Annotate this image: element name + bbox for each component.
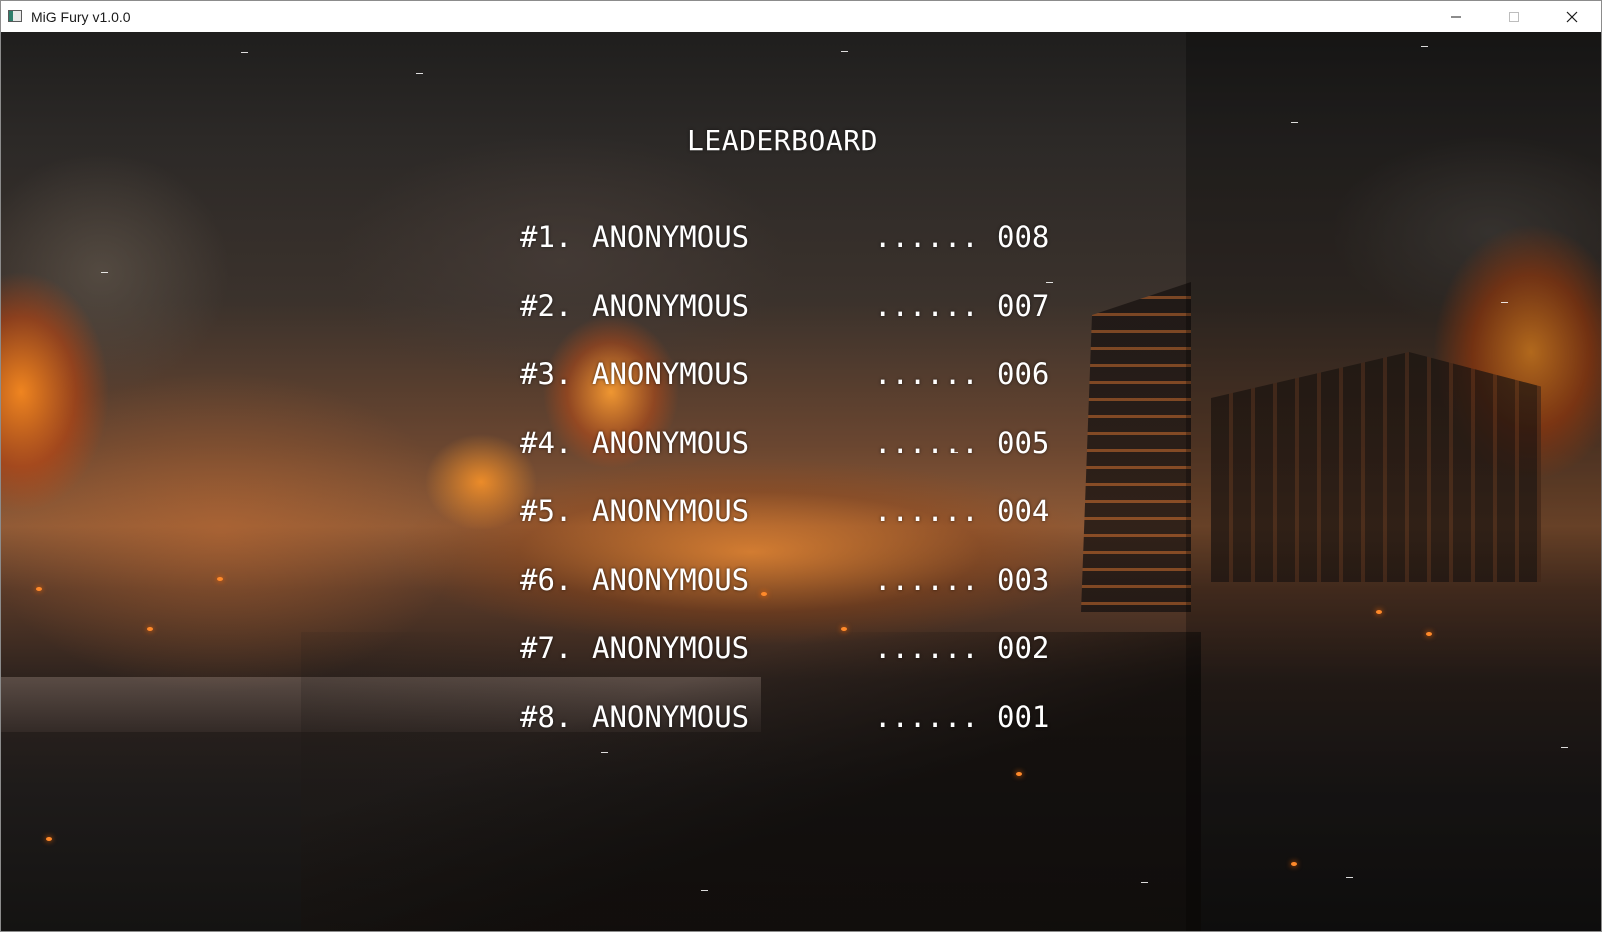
entry-name: ANONYMOUS — [592, 700, 750, 734]
app-icon — [8, 10, 22, 22]
entry-dots: ...... — [874, 631, 979, 665]
entry-dots: ...... — [874, 289, 979, 323]
entry-score: 004 — [997, 494, 1050, 528]
entry-rank: #3. — [520, 357, 573, 391]
entry-name: ANONYMOUS — [592, 289, 750, 323]
leaderboard-title: LEADERBOARD — [687, 124, 878, 157]
entry-dots: ...... — [874, 700, 979, 734]
entry-rank: #8. — [520, 700, 573, 734]
entry-score: 008 — [997, 220, 1050, 254]
entry-dots: ...... — [874, 563, 979, 597]
leaderboard-row: #8. ANONYMOUS ...... 001 — [520, 700, 1060, 740]
leaderboard-row: #5. ANONYMOUS ...... 004 — [520, 494, 1060, 534]
entry-dots: ...... — [874, 357, 979, 391]
entry-dots: ...... — [874, 426, 979, 460]
leaderboard-row: #3. ANONYMOUS ...... 006 — [520, 357, 1060, 397]
leaderboard-row: #1. ANONYMOUS ...... 008 — [520, 220, 1060, 260]
entry-name: ANONYMOUS — [592, 494, 750, 528]
entry-rank: #6. — [520, 563, 573, 597]
entry-name: ANONYMOUS — [592, 220, 750, 254]
entry-name: ANONYMOUS — [592, 631, 750, 665]
leaderboard-row: #4. ANONYMOUS ...... 005 — [520, 426, 1060, 466]
entry-name: ANONYMOUS — [592, 357, 750, 391]
entry-score: 001 — [997, 700, 1050, 734]
entry-rank: #4. — [520, 426, 573, 460]
leaderboard-row: #2. ANONYMOUS ...... 007 — [520, 289, 1060, 329]
leaderboard-row: #6. ANONYMOUS ...... 003 — [520, 563, 1060, 603]
entry-dots: ...... — [874, 220, 979, 254]
entry-name: ANONYMOUS — [592, 563, 750, 597]
entry-rank: #2. — [520, 289, 573, 323]
entry-score: 006 — [997, 357, 1050, 391]
entry-score: 002 — [997, 631, 1050, 665]
entry-score: 005 — [997, 426, 1050, 460]
entry-rank: #7. — [520, 631, 573, 665]
game-canvas[interactable]: LEADERBOARD #1. ANONYMOUS ...... 008 #2.… — [1, 32, 1601, 931]
close-icon — [1566, 11, 1578, 23]
entry-rank: #1. — [520, 220, 573, 254]
entry-score: 007 — [997, 289, 1050, 323]
entry-score: 003 — [997, 563, 1050, 597]
minimize-button[interactable] — [1427, 1, 1485, 32]
leaderboard-row: #7. ANONYMOUS ...... 002 — [520, 631, 1060, 671]
maximize-icon — [1509, 12, 1519, 22]
window-title: MiG Fury v1.0.0 — [31, 9, 131, 25]
close-button[interactable] — [1543, 1, 1601, 32]
app-window: MiG Fury v1.0.0 LEADERBOARD #1. ANONYMOU… — [0, 0, 1602, 932]
entry-dots: ...... — [874, 494, 979, 528]
title-bar[interactable]: MiG Fury v1.0.0 — [1, 1, 1601, 32]
entry-name: ANONYMOUS — [592, 426, 750, 460]
entry-rank: #5. — [520, 494, 573, 528]
leaderboard-panel: LEADERBOARD #1. ANONYMOUS ...... 008 #2.… — [1, 32, 1601, 931]
minimize-icon — [1451, 16, 1461, 18]
maximize-button[interactable] — [1485, 1, 1543, 32]
